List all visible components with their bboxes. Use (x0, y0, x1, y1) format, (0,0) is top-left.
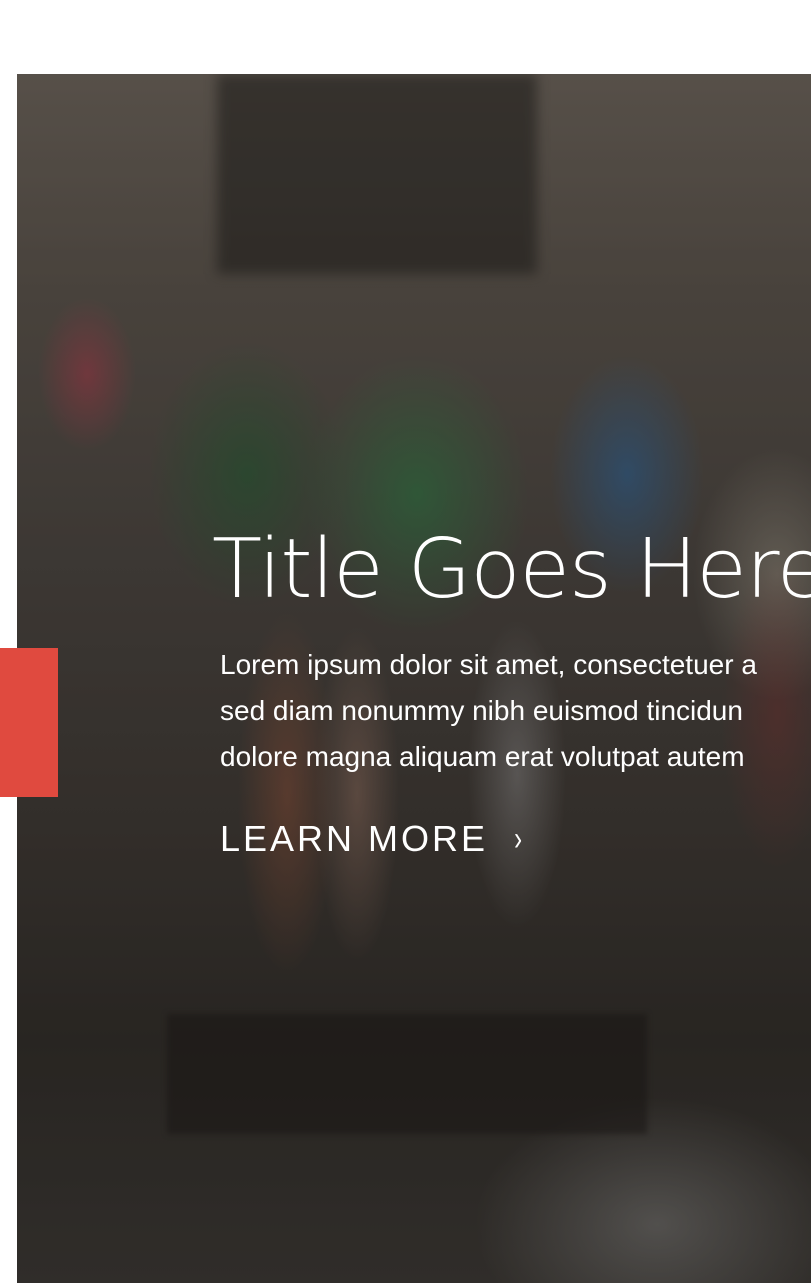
learn-more-link[interactable]: LEARN MORE › (220, 818, 526, 860)
accent-tab[interactable] (0, 648, 58, 797)
chevron-right-icon: › (514, 819, 525, 858)
learn-more-label: LEARN MORE (220, 818, 489, 859)
hero-description-line: Lorem ipsum dolor sit amet, consectetuer… (220, 649, 757, 680)
hero-background-photo (167, 1014, 647, 1134)
hero-description: Lorem ipsum dolor sit amet, consectetuer… (220, 642, 811, 780)
hero-description-line: dolore magna aliquam erat volutpat autem (220, 741, 745, 772)
hero-title: Title Goes Here (212, 522, 811, 617)
hero-content: Title Goes Here Lorem ipsum dolor sit am… (212, 520, 811, 860)
page: Title Goes Here Lorem ipsum dolor sit am… (0, 0, 811, 1283)
hero-description-line: sed diam nonummy nibh euismod tincidun (220, 695, 743, 726)
